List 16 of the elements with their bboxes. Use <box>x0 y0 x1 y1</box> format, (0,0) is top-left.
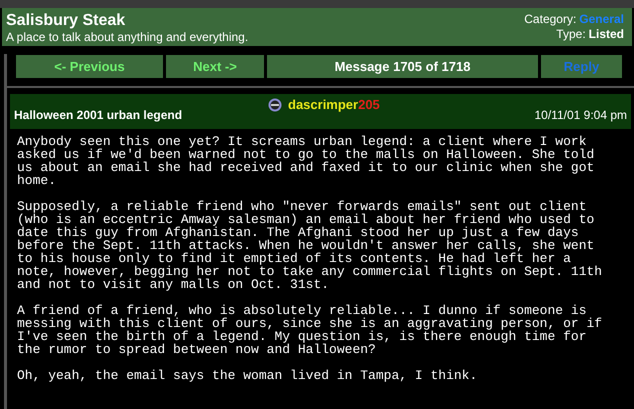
author-name[interactable]: dascrimper205 <box>288 98 380 112</box>
message-subject: Halloween 2001 urban legend <box>14 108 182 122</box>
message-counter: Message 1705 of 1718 <box>267 55 538 78</box>
nav-button[interactable]: Next -> <box>166 55 264 78</box>
message-paragraph: A friend of a friend, who is absolutely reliable... I dunno if someone is messing with this client of ours, since she is an aggravating person, or if I've seen the birth of a legend. My question is, is there enough time for the rumor to spread between now and Halloween? <box>17 304 604 356</box>
message-paragraph: Oh, yeah, the email says the woman lived in Tampa, I think. <box>17 369 478 382</box>
board-title: Salisbury Steak <box>6 12 126 30</box>
message-paragraph: Anybody seen this one yet? It screams urban legend: a client where I work asked us if we'd been warned not to go to the malls on Halloween. She told us about an email she had received and faxed it to our clinic when she got home. <box>17 135 596 187</box>
type-value: Listed <box>588 27 624 42</box>
category-label: Category: <box>524 12 576 27</box>
nav-button[interactable]: <- Previous <box>16 55 163 78</box>
board-subtitle: A place to talk about anything and everything. <box>6 30 248 44</box>
message-date: 10/11/01 9:04 pm <box>534 108 627 122</box>
avatar-icon <box>268 98 282 112</box>
message-paragraph: Supposedly, a reliable friend who "never forwards emails" sent out client (who is an eccentric Amway salesman) an email about her friend who used to date this guy from Afghanistan. The Afghani stood her up just a few days before the Sept. 11th attacks. When he wouldn't answer her calls, she went to his house only to find it emptied of its contents. He had left her a note, however, begging her not to take any commercial flights on Sept. 11th and not to visit any malls on Oct. 31st. <box>17 200 604 291</box>
type-label: Type: <box>556 27 586 42</box>
